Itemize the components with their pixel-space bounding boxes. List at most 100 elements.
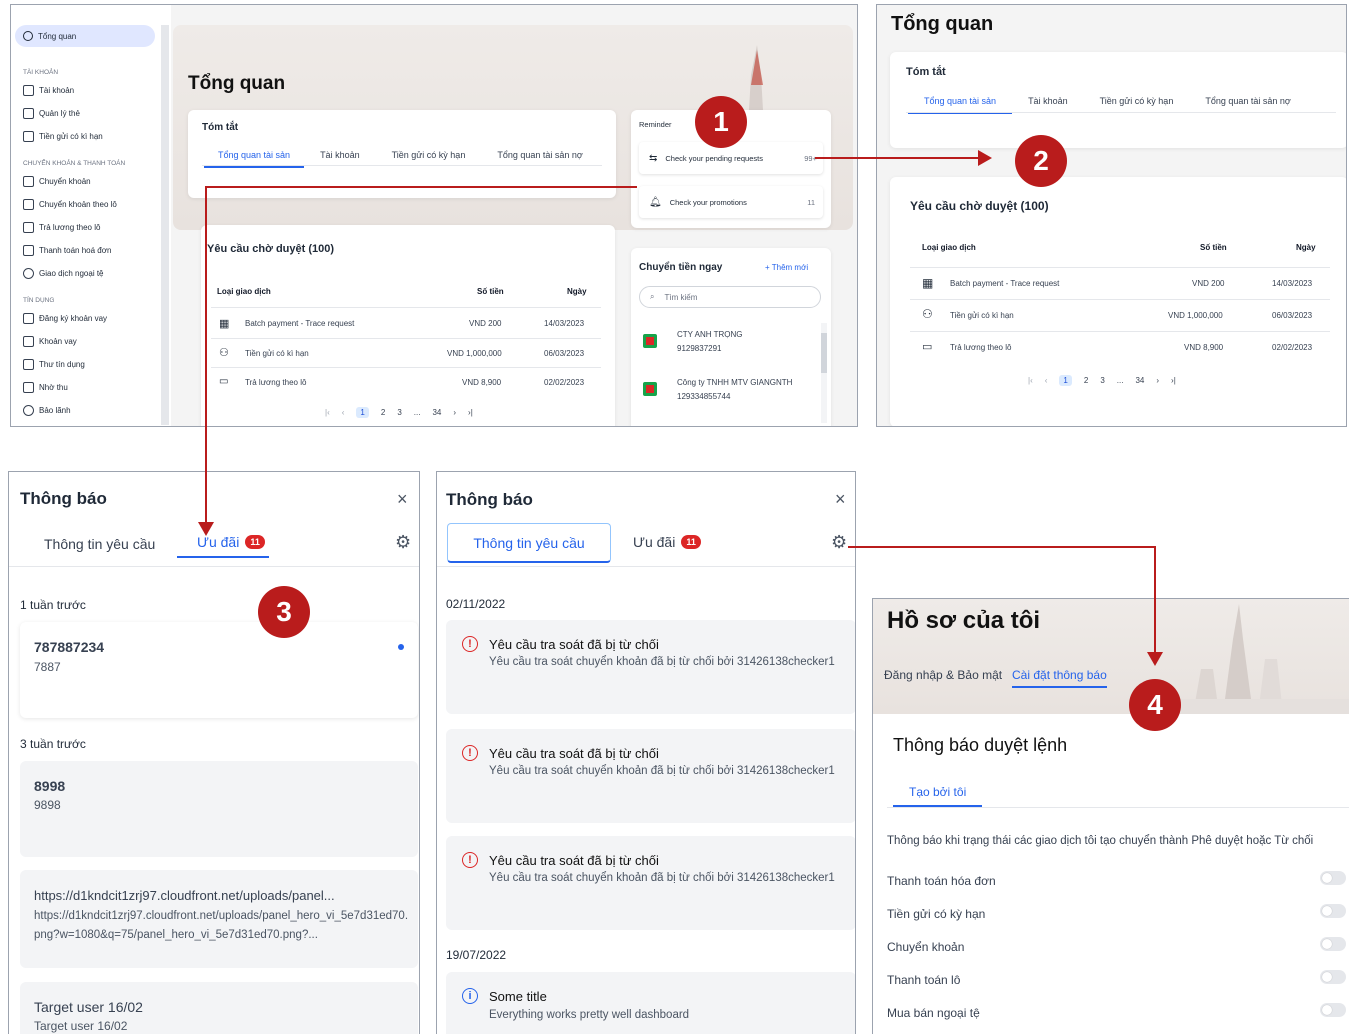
overview-zoom-panel: Tổng quan Tóm tắt Tổng quan tài sản Tài … — [876, 4, 1347, 427]
page-button[interactable]: 2 — [1084, 376, 1088, 385]
sidebar: Tổng quan TÀI KHOẢN Tài khoản Quản lý th… — [11, 5, 171, 426]
table-row[interactable]: ▭ Trả lương theo lô VND 8,900 02/02/2023 — [211, 368, 601, 396]
sidebar-item-cards[interactable]: Quản lý thẻ — [11, 102, 171, 125]
summary-card: Tóm tắt Tổng quan tài sản Tài khoản Tiền… — [188, 110, 616, 198]
prev-page-icon[interactable]: ‹ — [342, 408, 345, 417]
page-button[interactable]: 2 — [381, 408, 385, 417]
table-row[interactable]: ⚇ Tiền gửi có kì hạn VND 1,000,000 06/03… — [211, 339, 601, 367]
first-page-icon[interactable]: |‹ — [325, 408, 330, 417]
tab-promos[interactable]: Ưu đãi 11 — [177, 534, 269, 558]
page-button[interactable]: 3 — [397, 408, 401, 417]
sidebar-item-batch-transfer[interactable]: Chuyển khoản theo lô — [11, 193, 171, 216]
toggle-label: Tiền gửi có kỳ hạn — [887, 907, 986, 921]
last-page-icon[interactable]: ›| — [1171, 376, 1176, 385]
table-icon — [23, 199, 34, 210]
annotation-line — [815, 157, 985, 159]
sidebar-scrollbar[interactable] — [161, 25, 169, 425]
last-page-icon[interactable]: ›| — [468, 408, 473, 417]
summary-card: Tóm tắt Tổng quan tài sản Tài khoản Tiền… — [890, 52, 1346, 148]
notifications-promos-panel: Thông báo × Thông tin yêu cầu Ưu đãi 11 … — [8, 471, 420, 1034]
sidebar-item-fx[interactable]: Giao dịch ngoại tệ — [11, 262, 171, 285]
tab-login-security[interactable]: Đăng nhập & Bảo mật — [884, 668, 1002, 682]
annotation-line — [205, 186, 207, 524]
page-button[interactable]: 1 — [356, 407, 369, 418]
sidebar-item-bill-payment[interactable]: Thanh toán hoá đơn — [11, 239, 171, 262]
first-page-icon[interactable]: |‹ — [1028, 376, 1033, 385]
table-row[interactable]: ▦ Batch payment - Trace request VND 200 … — [211, 309, 601, 337]
tab-promos[interactable]: Ưu đãi 11 — [633, 534, 701, 550]
sidebar-item-transfer[interactable]: Chuyển khoản — [11, 170, 171, 193]
promo-item[interactable]: https://d1kndcit1zrj97.cloudfront.net/up… — [20, 870, 418, 968]
bank-logo-icon — [643, 382, 657, 396]
page-button[interactable]: 34 — [432, 408, 441, 417]
sidebar-section-title: TÍN DỤNG — [23, 296, 55, 304]
notification-item[interactable]: ! Yêu cầu tra soát đã bị từ chối Yêu cầu… — [446, 729, 855, 823]
next-page-icon[interactable]: › — [453, 408, 456, 417]
prev-page-icon[interactable]: ‹ — [1045, 376, 1048, 385]
notification-item[interactable]: i Some title Everything works pretty wel… — [446, 972, 855, 1034]
section-title: Thông báo duyệt lệnh — [893, 735, 1068, 755]
add-recipient-button[interactable]: + Thêm mới — [765, 263, 808, 272]
close-icon[interactable]: × — [835, 489, 846, 510]
sidebar-item-term-deposit[interactable]: Tiền gửi có kì hạn — [11, 125, 171, 148]
reminder-promotions[interactable]: 🔔︎ Check your promotions 11 — [639, 186, 823, 218]
table-row[interactable]: ▦ Batch payment - Trace request VND 200 … — [910, 268, 1330, 299]
close-icon[interactable]: × — [397, 489, 408, 510]
table-row[interactable]: ▭ Trả lương theo lô VND 8,900 02/02/2023 — [910, 332, 1330, 363]
deposit-icon: ⚇ — [219, 347, 229, 359]
check-circle-icon — [23, 405, 34, 416]
settings-description: Thông báo khi trạng thái các giao dịch t… — [887, 835, 1314, 847]
promo-item[interactable]: Target user 16/02 Target user 16/02 — [20, 982, 418, 1034]
sidebar-item-loan-register[interactable]: Đăng ký khoản vay — [11, 307, 171, 330]
sidebar-item-accounts[interactable]: Tài khoản — [11, 79, 171, 102]
recipient-scrollbar[interactable] — [821, 323, 827, 423]
next-page-icon[interactable]: › — [1156, 376, 1159, 385]
promo-count-badge: 11 — [245, 535, 265, 549]
fx-icon — [23, 268, 34, 279]
page-button[interactable]: 3 — [1100, 376, 1104, 385]
tab-requests[interactable]: Thông tin yêu cầu — [447, 523, 611, 563]
notification-item[interactable]: ! Yêu cầu tra soát đã bị từ chối Yêu cầu… — [446, 620, 855, 714]
pending-title: Yêu cầu chờ duyệt (100) — [207, 243, 335, 255]
page-title: Tổng quan — [891, 13, 994, 35]
toggle-transfer[interactable] — [1320, 937, 1346, 951]
col-amount: Số tiền — [477, 287, 504, 296]
unread-dot — [398, 644, 404, 650]
bill-icon — [23, 245, 34, 256]
recipient-item[interactable]: CTY ANH TRỌNG 9129837291 — [639, 326, 809, 364]
tab-notification-settings[interactable]: Cài đặt thông báo — [1012, 668, 1107, 688]
promo-item[interactable]: 8998 9898 — [20, 761, 418, 857]
col-type: Loại giao dịch — [922, 243, 976, 252]
pagination: |‹ ‹ 1 2 3 ... 34 › ›| — [1028, 375, 1176, 386]
settings-gear-icon[interactable]: ⚙ — [831, 532, 847, 553]
document-icon — [23, 382, 34, 393]
arrowhead-down-icon — [198, 522, 214, 536]
sidebar-item-guarantee[interactable]: Bảo lãnh — [11, 399, 171, 422]
sidebar-item-loan[interactable]: Khoản vay — [11, 330, 171, 353]
sidebar-item-payroll[interactable]: Trả lương theo lô — [11, 216, 171, 239]
sidebar-item-collection[interactable]: Nhờ thu — [11, 376, 171, 399]
toggle-term-deposit[interactable] — [1320, 904, 1346, 918]
table-row[interactable]: ⚇ Tiền gửi có kì hạn VND 1,000,000 06/03… — [910, 300, 1330, 331]
notification-item[interactable]: ! Yêu cầu tra soát đã bị từ chối Yêu cầu… — [446, 836, 855, 930]
toggle-bill-payment[interactable] — [1320, 871, 1346, 885]
reminder-pending-requests[interactable]: ⇆ Check your pending requests 99+ — [639, 142, 823, 174]
settings-gear-icon[interactable]: ⚙ — [395, 532, 411, 553]
promo-item[interactable]: 787887234 7887 — [20, 622, 418, 718]
recipient-item[interactable]: Công ty TNHH MTV GIANGNTH 129334855744 — [639, 374, 809, 412]
sidebar-item-overview[interactable]: Tổng quan — [15, 25, 155, 47]
recipient-search-input[interactable]: ⌕ Tìm kiếm — [639, 286, 821, 308]
subtab-created-by-me[interactable]: Tạo bởi tôi — [893, 785, 983, 807]
transfer-icon: ⇆ — [649, 152, 658, 164]
page-button[interactable]: 1 — [1059, 375, 1072, 386]
profile-title: Hồ sơ của tôi — [887, 607, 1041, 634]
toggle-fx[interactable] — [1320, 1003, 1346, 1017]
calendar-icon: ▭ — [219, 376, 229, 387]
page-button[interactable]: 34 — [1135, 376, 1144, 385]
pending-requests-card: Yêu cầu chờ duyệt (100) Loại giao dịch S… — [201, 225, 615, 426]
sidebar-item-letter-of-credit[interactable]: Thư tín dụng — [11, 353, 171, 376]
col-type: Loại giao dịch — [217, 287, 271, 296]
toggle-batch-payment[interactable] — [1320, 970, 1346, 984]
promo-count-badge: 11 — [681, 535, 701, 549]
tab-requests[interactable]: Thông tin yêu cầu — [44, 536, 155, 552]
